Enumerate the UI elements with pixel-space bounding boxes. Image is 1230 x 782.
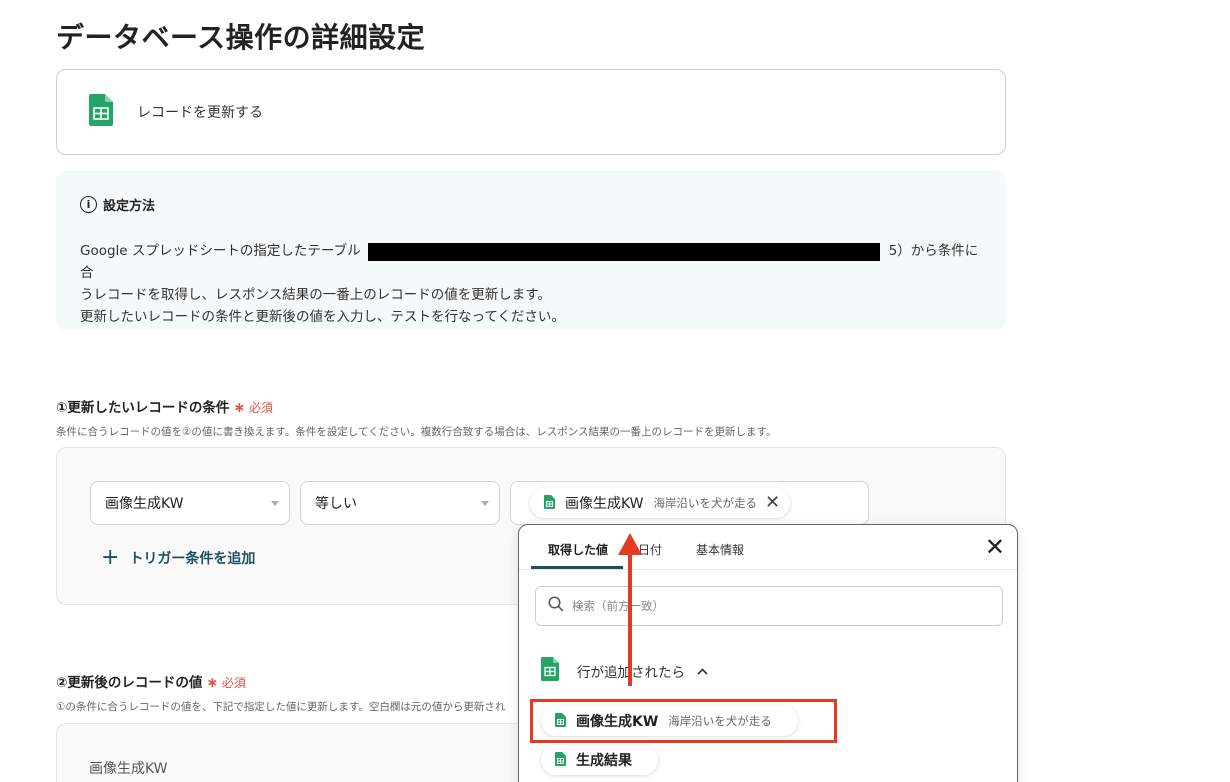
value-field[interactable]: 画像生成KW 海岸沿いを犬が走る ✕ [510, 481, 869, 525]
required-mark: ∗ [233, 400, 246, 416]
section2-description: ①の条件に合うレコードの値を、下記で指定した値に更新します。空白欄は元の値から更… [56, 701, 506, 713]
help-line-2: うレコードを取得し、レスポンス結果の一番上のレコードの値を更新します。 [80, 287, 551, 303]
operator-select-value: 等しい [315, 496, 357, 512]
search-icon [548, 596, 564, 616]
google-sheets-icon [541, 657, 559, 685]
google-sheets-icon [544, 494, 555, 513]
add-trigger-condition-button[interactable]: + トリガー条件を追加 [101, 547, 255, 569]
required-badge: ∗ 必須 [233, 400, 274, 416]
field-select-value: 画像生成KW [105, 496, 184, 512]
section1-title-text: ①更新したいレコードの条件 [56, 400, 230, 416]
active-tab-indicator [531, 566, 623, 569]
help-header: i 設定方法 [80, 195, 982, 214]
tab-acquired-values[interactable]: 取得した値 [548, 541, 608, 558]
chevron-up-icon [697, 664, 708, 678]
arrow-up-icon [618, 533, 642, 555]
section2-title: ②更新後のレコードの値 ∗ 必須 [56, 671, 246, 691]
help-title: 設定方法 [103, 199, 156, 214]
required-badge: ∗ 必須 [206, 675, 247, 691]
section1-description: 条件に合うレコードの値を②の値に書き換えます。条件を設定してください。複数行合致… [56, 426, 777, 438]
search-field[interactable] [535, 586, 1003, 626]
panel-item-result[interactable]: 生成結果 [541, 745, 658, 775]
required-mark: ∗ [206, 675, 219, 691]
tab-basic-info[interactable]: 基本情報 [696, 541, 744, 558]
help-box: i 設定方法 Google スプレッドシートの指定したテーブル（1 5）から条件に… [56, 171, 1006, 330]
add-trigger-label: トリガー条件を追加 [129, 551, 256, 567]
google-sheets-icon [555, 751, 566, 770]
required-text: 必須 [222, 676, 247, 690]
help-line-3: 更新したいレコードの条件と更新後の値を入力し、テストを行なってください。 [80, 309, 565, 325]
plus-icon: + [101, 545, 120, 570]
panel-tabs: 取得した値 日付 基本情報 ✕ [519, 525, 1017, 570]
close-icon[interactable]: ✕ [765, 494, 780, 512]
section2-title-text: ②更新後のレコードの値 [56, 675, 203, 691]
caret-down-icon [481, 501, 489, 506]
help-line-1: Google スプレッドシートの指定したテーブル（1 5）から条件に合 [80, 240, 990, 284]
item-label: 生成結果 [576, 753, 632, 769]
update-field-label: 画像生成KW [89, 761, 168, 777]
action-label: レコードを更新する [137, 105, 263, 121]
operator-select[interactable]: 等しい [300, 481, 500, 525]
value-picker-panel: 取得した値 日付 基本情報 ✕ 行が追加されたら 画像生成KW 海岸沿いを犬が走… [518, 524, 1018, 782]
required-text: 必須 [249, 401, 274, 415]
help-text: Google スプレッドシートの指定したテーブル（1 5）から条件に合 うレコード… [80, 240, 990, 328]
page-title: データベース操作の詳細設定 [56, 21, 426, 54]
redacted-block [368, 243, 880, 261]
caret-down-icon [271, 501, 279, 506]
chip-value: 海岸沿いを犬が走る [653, 496, 758, 510]
field-select[interactable]: 画像生成KW [90, 481, 290, 525]
help-line-1-start: Google スプレッドシートの指定したテーブル（1 [80, 243, 383, 259]
info-icon: i [80, 196, 97, 213]
value-chip[interactable]: 画像生成KW 海岸沿いを犬が走る ✕ [530, 488, 791, 518]
chip-label: 画像生成KW [565, 496, 644, 512]
section1-title: ①更新したいレコードの条件 ∗ 必須 [56, 396, 273, 416]
google-sheets-icon [89, 94, 113, 130]
search-input[interactable] [572, 599, 972, 613]
group-row-added-trigger[interactable]: 行が追加されたら [541, 657, 708, 685]
action-card[interactable]: レコードを更新する [56, 69, 1006, 155]
close-icon[interactable]: ✕ [985, 535, 1005, 559]
arrow-shaft [628, 552, 632, 686]
highlight-box [530, 699, 837, 743]
